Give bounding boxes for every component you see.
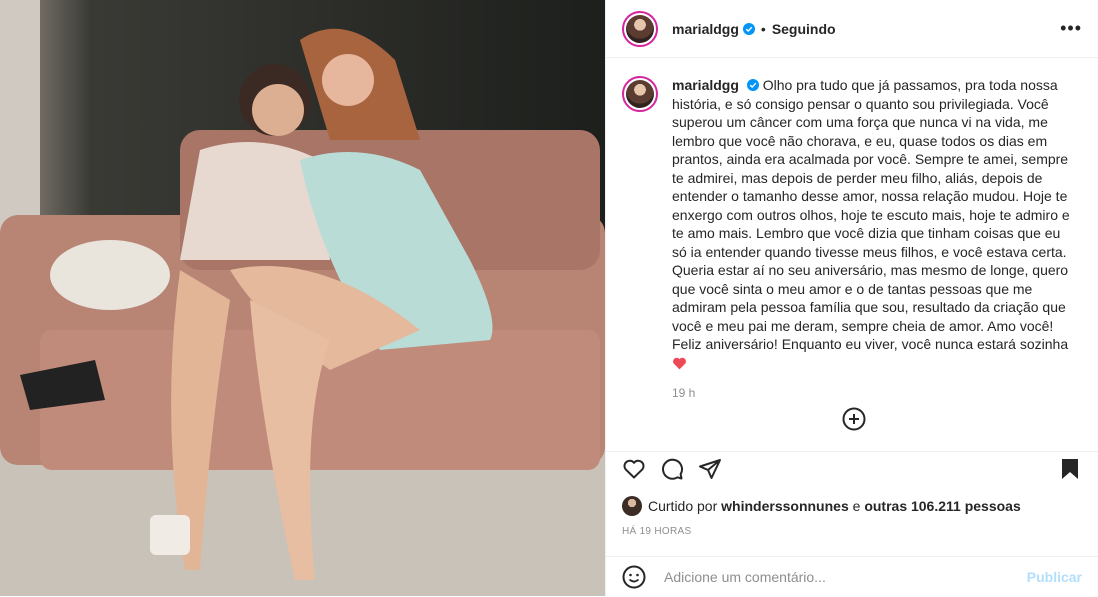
more-icon[interactable]: ••• (1060, 18, 1082, 39)
liker-username[interactable]: whinderssonnunes (721, 498, 849, 514)
caption-avatar[interactable] (622, 76, 658, 112)
likes-prefix: Curtido por (648, 498, 718, 514)
likes-and: e (852, 498, 861, 514)
following-button[interactable]: Seguindo (772, 21, 836, 37)
avatar[interactable] (622, 10, 658, 47)
caption: marialdgg Olho pra tudo que já passamos,… (606, 58, 1098, 372)
bookmark-icon[interactable] (1058, 457, 1082, 481)
action-bar (606, 451, 1098, 486)
comment-input[interactable] (662, 568, 1027, 586)
red-heart-emoji-icon (673, 357, 686, 369)
likes-summary: Curtido por whinderssonnunes e outras 10… (622, 496, 1021, 516)
caption-text: marialdgg Olho pra tudo que já passamos,… (672, 76, 1077, 372)
post-header: marialdgg • Seguindo ••• (606, 0, 1098, 58)
username-link[interactable]: marialdgg (672, 21, 739, 37)
share-icon[interactable] (698, 457, 722, 481)
publish-button[interactable]: Publicar (1027, 569, 1082, 585)
comment-bar: Publicar (606, 556, 1098, 597)
emoji-icon[interactable] (622, 565, 646, 589)
verified-icon (742, 22, 755, 35)
photo-illustration (0, 0, 605, 596)
separator-dot: • (760, 20, 766, 37)
add-comment-icon[interactable] (842, 407, 866, 431)
post-photo[interactable] (0, 0, 605, 596)
caption-time: 19 h (672, 386, 696, 400)
heart-icon[interactable] (622, 457, 646, 481)
post-timestamp[interactable]: HÁ 19 HORAS (622, 526, 691, 537)
liker-avatar[interactable] (622, 496, 642, 516)
caption-body: Olho pra tudo que já passamos, pra toda … (672, 77, 1070, 352)
post-panel: marialdgg • Seguindo ••• marialdgg Olho … (605, 0, 1098, 596)
caption-username[interactable]: marialdgg (672, 77, 739, 93)
verified-icon (746, 79, 759, 91)
comment-icon[interactable] (660, 457, 684, 481)
likes-count[interactable]: outras 106.211 pessoas (864, 498, 1020, 514)
